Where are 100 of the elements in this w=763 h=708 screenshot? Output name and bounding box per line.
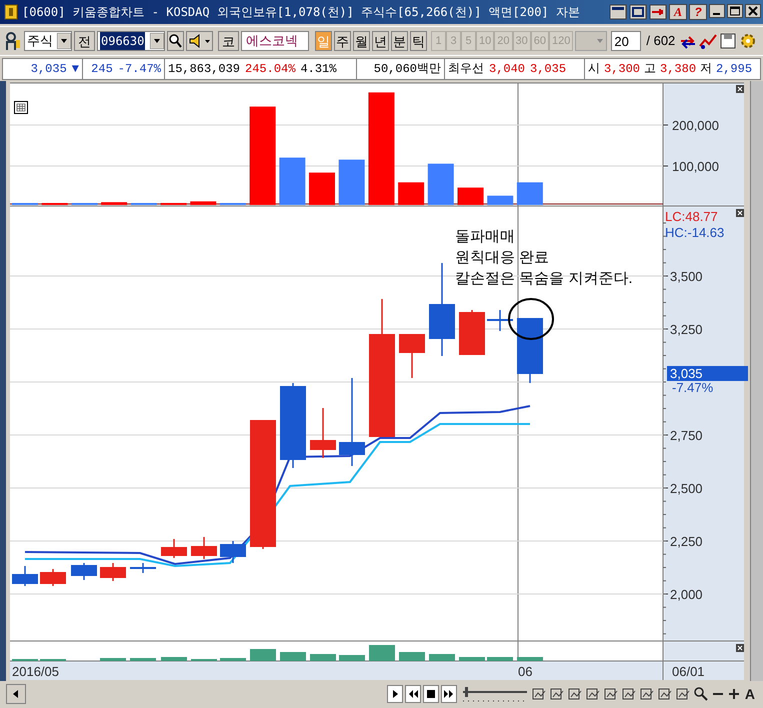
date-label: 06/01	[672, 664, 705, 679]
change-text: 245	[91, 61, 113, 78]
axis-label: 3,500	[670, 269, 703, 284]
high-label: 고	[644, 61, 656, 78]
candlestick	[161, 539, 187, 558]
turnover-text: 4.31%	[300, 61, 336, 78]
candlestick	[459, 310, 485, 355]
scroll-bar[interactable]	[750, 81, 763, 681]
indicator-bar	[100, 658, 126, 661]
volume-ratio-text: 245.04%	[245, 61, 296, 78]
open-text: 3,300	[604, 61, 640, 78]
volume-bar	[190, 201, 216, 205]
indicator-bar	[399, 652, 425, 661]
indicator-bar	[220, 658, 246, 661]
ask-text: 3,040	[489, 61, 526, 78]
volume-bar	[428, 164, 454, 205]
circle-annotation	[508, 298, 554, 340]
speaker-icon[interactable]	[186, 31, 213, 51]
annotation-text: 돌파매매	[455, 228, 515, 245]
prev-button[interactable]: 전	[74, 31, 95, 51]
high-text: 3,380	[660, 61, 696, 78]
current-change-label: -7.47%	[672, 380, 714, 395]
axis-label: 100,000	[672, 159, 719, 174]
dropdown-arrow-icon[interactable]	[150, 33, 164, 49]
dropdown-arrow-icon[interactable]	[57, 33, 71, 49]
total-count: / 602	[646, 32, 676, 50]
code-field[interactable]: 096630	[97, 31, 165, 51]
indicator-bar	[161, 657, 187, 661]
indicator-bar	[487, 657, 513, 661]
candlestick	[487, 310, 513, 331]
down-arrow-text: ▼	[72, 61, 79, 78]
pin-icon[interactable]	[649, 4, 667, 20]
window-title: [0600] 키움종합차트 - KOSDAQ 외국인보유[1,078(천)] 주식수[65,266(천)] 액면[200] 자본	[22, 4, 580, 21]
zoom-icon[interactable]	[692, 686, 709, 702]
indicator-bar	[191, 659, 217, 661]
count-field[interactable]: 20	[611, 31, 642, 51]
indicator-bar	[280, 652, 306, 661]
title-tool-button[interactable]: ?	[689, 4, 707, 20]
volume-bar	[398, 182, 424, 205]
volume-bar	[458, 188, 484, 205]
settings-icon[interactable]	[739, 32, 758, 50]
change-rate-text: -7.47%	[118, 61, 161, 78]
stock-name-field[interactable]: 에스코넥	[241, 31, 309, 51]
rewind-icon[interactable]	[404, 685, 421, 703]
app-icon[interactable]	[4, 4, 18, 20]
axis-label: 200,000	[672, 118, 719, 133]
person-icon[interactable]	[4, 31, 22, 51]
close-icon[interactable]	[745, 4, 761, 18]
indicator-bar	[40, 659, 66, 661]
candlestick	[130, 563, 156, 573]
title-tool-button[interactable]: A	[669, 4, 687, 20]
date-label: 06	[518, 664, 532, 679]
hc-label: HC:-14.63	[665, 225, 724, 240]
period-tab[interactable]: 월	[353, 31, 370, 51]
chart-line-icon[interactable]	[699, 32, 718, 50]
volume-bar	[101, 202, 128, 205]
code-button[interactable]: 코	[218, 31, 239, 51]
period-tab[interactable]: 년	[372, 31, 389, 51]
period-tab[interactable]: 틱	[410, 31, 427, 51]
low-text: 2,995	[716, 61, 752, 78]
candlestick	[100, 563, 126, 581]
indicator-bar	[517, 657, 543, 661]
minimize-icon[interactable]	[709, 4, 725, 18]
search-icon[interactable]	[167, 31, 184, 51]
annotation-text: 원칙대응 완료	[455, 249, 550, 266]
indicator-bar	[459, 657, 485, 661]
indicator-bar	[250, 649, 276, 661]
amount-text: 50,060백만	[374, 61, 441, 78]
table-icon[interactable]	[14, 101, 28, 114]
candlestick	[399, 334, 425, 378]
stop-icon[interactable]	[422, 685, 439, 703]
annotation-text: 칼손절은 목숨을 지켜준다.	[455, 270, 633, 287]
candlestick	[191, 537, 217, 559]
market-text: 주식	[27, 32, 53, 50]
fast-forward-icon[interactable]	[440, 685, 457, 703]
candlestick	[40, 569, 66, 586]
plus-icon[interactable]	[726, 686, 741, 702]
market-select[interactable]: 주식	[24, 31, 72, 51]
font-button[interactable]: A	[742, 684, 757, 704]
scroll-left-icon[interactable]	[6, 684, 26, 704]
period-tab[interactable]: 주	[334, 31, 351, 51]
bid-text: 3,035	[530, 61, 566, 78]
candlestick	[220, 541, 246, 563]
candlestick	[12, 566, 38, 586]
indicator-bar	[339, 655, 365, 661]
lc-label: LC:48.77	[665, 209, 718, 224]
candlestick	[71, 563, 97, 580]
volume-bar	[160, 202, 186, 205]
date-label: 2016/05	[12, 664, 59, 679]
volume-bar	[516, 182, 543, 205]
chart-icon[interactable]	[566, 686, 583, 702]
period-tab[interactable]: 분	[391, 31, 408, 51]
low-label: 저	[700, 61, 712, 78]
volume-text: 15,863,039	[168, 61, 240, 78]
axis-label: 2,750	[670, 428, 703, 443]
indicator-bar	[130, 658, 156, 661]
maximize-icon[interactable]	[727, 4, 743, 18]
play-icon[interactable]	[386, 685, 403, 703]
indicator-bar	[310, 654, 336, 661]
save-icon[interactable]	[719, 32, 738, 50]
